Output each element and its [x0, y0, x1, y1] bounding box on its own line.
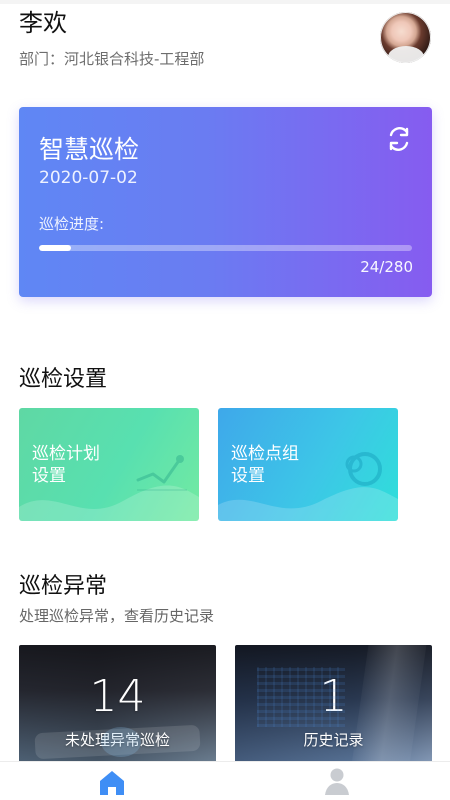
home-icon — [100, 771, 124, 795]
nav-home[interactable] — [92, 766, 132, 796]
user-header: 李欢 部门：河北银合科技-工程部 — [0, 0, 450, 80]
inspection-plan-settings-tile[interactable]: 巡检计划 设置 — [19, 408, 199, 521]
settings-section-title: 巡检设置 — [19, 367, 108, 392]
inspection-home-screen: 李欢 部门：河北银合科技-工程部 智慧巡检 2020-07-02 巡检进度: 2… — [0, 0, 450, 800]
department-label: 部门：河北银合科技-工程部 — [19, 50, 205, 68]
abnormal-section-subtitle: 处理巡检异常，查看历史记录 — [19, 607, 215, 625]
inspection-summary-card[interactable]: 智慧巡检 2020-07-02 巡检进度: 24/280 — [19, 107, 432, 297]
bottom-navigation — [0, 761, 450, 800]
plan-settings-label: 巡检计划 设置 — [32, 444, 100, 486]
group-settings-label: 巡检点组 设置 — [231, 444, 299, 486]
group-circle-icon — [345, 452, 382, 486]
unprocessed-label: 未处理异常巡检 — [64, 731, 170, 749]
progress-label: 巡检进度: — [39, 215, 105, 233]
nav-profile[interactable] — [317, 766, 357, 796]
progress-fill — [39, 245, 71, 251]
history-label: 历史记录 — [303, 731, 364, 749]
history-record-card[interactable]: 1 历史记录 — [235, 645, 432, 765]
unprocessed-abnormal-card[interactable]: 14 未处理异常巡检 — [19, 645, 216, 765]
card-title: 智慧巡检 — [39, 135, 140, 164]
unprocessed-count: 14 — [89, 671, 146, 722]
history-count: 1 — [319, 671, 348, 722]
progress-bar — [39, 245, 412, 251]
plan-chart-icon — [136, 455, 187, 491]
inspection-group-settings-tile[interactable]: 巡检点组 设置 — [218, 408, 398, 521]
refresh-icon[interactable] — [385, 125, 413, 153]
user-name: 李欢 — [19, 9, 67, 37]
abnormal-section-title: 巡检异常 — [19, 574, 108, 599]
inspection-date: 2020-07-02 — [39, 168, 138, 188]
progress-count: 24/280 — [360, 258, 413, 276]
avatar[interactable] — [380, 12, 431, 63]
user-icon — [325, 768, 349, 795]
